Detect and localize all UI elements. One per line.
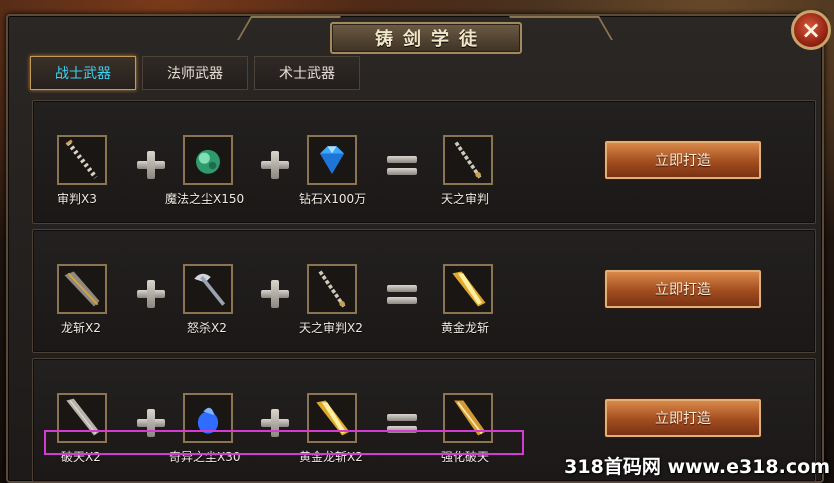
item-label: 魔法之尘X150 [165,192,245,206]
tab-taoist-weapons[interactable]: 术士武器 [254,56,360,90]
magic-dust-icon[interactable] [183,135,233,185]
close-button[interactable]: × [791,10,831,50]
plus-icon [137,280,165,308]
tab-warrior-weapons[interactable]: 战士武器 [30,56,136,90]
item-label: 龙斩X2 [61,321,101,335]
item-label: 钻石X100万 [299,192,367,206]
equals-icon [387,280,417,308]
plus-icon [137,151,165,179]
item-label: 黄金龙斩 [441,321,490,335]
plus-icon [261,151,289,179]
heaven-judgement-sword-icon[interactable] [307,264,357,314]
rage-kill-axe-icon[interactable] [183,264,233,314]
golden-dragon-blade-icon[interactable] [443,264,493,314]
close-icon: × [800,16,822,44]
recipe-list: 审判X3 魔法之尘X150 钻石X100万 天之审判 立即打造 龙斩X2 怒杀X… [32,100,816,483]
recipe-row: 审判X3 魔法之尘X150 钻石X100万 天之审判 立即打造 [32,100,816,224]
forge-now-button[interactable]: 立即打造 [605,399,761,437]
watermark: 318首码网 www.e318.com [564,456,830,478]
title-ornament-left [237,16,341,40]
equals-icon [387,151,417,179]
diamond-icon[interactable] [307,135,357,185]
forge-now-button[interactable]: 立即打造 [605,270,761,308]
heaven-judgement-sword-icon[interactable] [443,135,493,185]
forge-now-button[interactable]: 立即打造 [605,141,761,179]
judgement-sword-icon[interactable] [57,135,107,185]
item-label: 天之审判X2 [299,321,363,335]
recipe-row: 龙斩X2 怒杀X2 天之审判X2 黄金龙斩 立即打造 [32,229,816,353]
dragon-blade-icon[interactable] [57,264,107,314]
title-ornament-right [509,16,613,40]
plus-icon [261,280,289,308]
weapon-tabs: 战士武器 法师武器 术士武器 [30,56,360,90]
title-plate: 铸剑学徒 [330,22,522,54]
item-label: 审判X3 [57,192,97,206]
annotation-highlight-box [44,430,524,455]
tab-mage-weapons[interactable]: 法师武器 [142,56,248,90]
item-label: 怒杀X2 [187,321,227,335]
window-title: 铸剑学徒 [375,29,487,50]
item-label: 天之审判 [441,192,490,206]
forge-window: 铸剑学徒 战士武器 法师武器 术士武器 审判X3 魔法之尘X150 钻石X100… [6,14,824,483]
